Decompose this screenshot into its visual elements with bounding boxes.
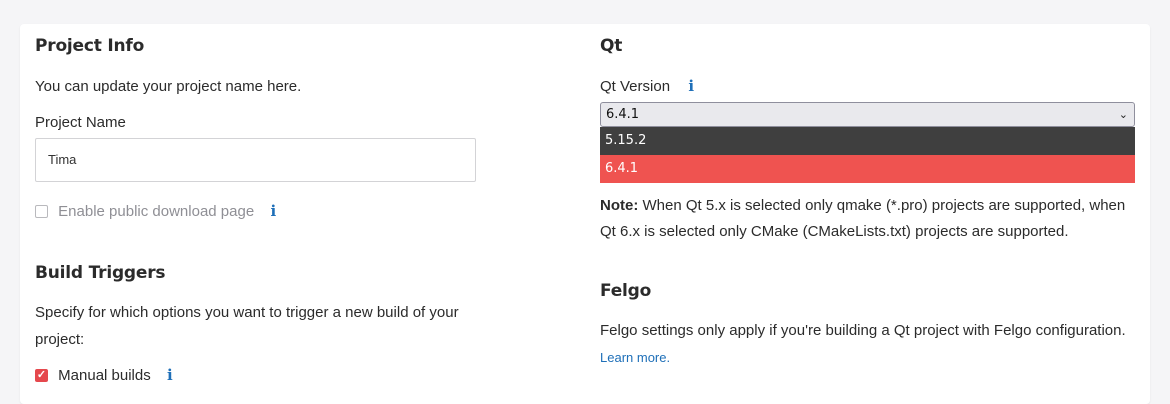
public-download-checkbox[interactable] <box>35 204 48 218</box>
qt-version-label-row: Qt Version i <box>600 78 696 95</box>
settings-card: Project Info You can update your project… <box>20 24 1150 404</box>
manual-builds-label: Manual builds <box>58 366 151 384</box>
manual-builds-row[interactable]: ✓ Manual builds i <box>35 366 175 384</box>
info-icon[interactable]: i <box>268 203 278 219</box>
build-triggers-description-line2: project: <box>35 331 85 348</box>
qt-version-option[interactable]: 5.15.2 <box>600 127 1135 155</box>
project-name-label: Project Name <box>35 114 126 131</box>
felgo-heading: Felgo <box>600 281 652 301</box>
info-icon[interactable]: i <box>165 367 175 383</box>
info-icon[interactable]: i <box>686 78 696 94</box>
qt-version-dropdown: 5.15.2 6.4.1 <box>600 127 1135 183</box>
qt-version-label: Qt Version <box>600 78 671 95</box>
project-name-input[interactable]: Tima <box>35 138 476 182</box>
public-download-row[interactable]: Enable public download page i <box>35 202 278 220</box>
qt-note-bold: Note: <box>600 197 639 214</box>
project-info-heading: Project Info <box>35 36 145 56</box>
qt-heading: Qt <box>600 36 623 56</box>
felgo-description: Felgo settings only apply if you're buil… <box>600 322 1126 339</box>
learn-more-link[interactable]: Learn more. <box>600 350 670 365</box>
manual-builds-checkbox[interactable]: ✓ <box>35 368 48 382</box>
public-download-label: Enable public download page <box>58 202 255 220</box>
qt-version-select[interactable]: 6.4.1 ⌄ <box>600 102 1135 127</box>
qt-note-line1: Note: When Qt 5.x is selected only qmake… <box>600 193 1125 219</box>
build-triggers-description-line1: Specify for which options you want to tr… <box>35 304 459 321</box>
checkmark-icon: ✓ <box>36 368 47 381</box>
project-info-description: You can update your project name here. <box>35 78 302 95</box>
qt-note-text: When Qt 5.x is selected only qmake (*.pr… <box>638 197 1126 214</box>
chevron-down-icon: ⌄ <box>1118 108 1128 121</box>
build-triggers-heading: Build Triggers <box>35 263 166 283</box>
qt-note-line2: Qt 6.x is selected only CMake (CMakeList… <box>600 223 1069 240</box>
qt-version-option-selected[interactable]: 6.4.1 <box>600 155 1135 183</box>
qt-version-selected: 6.4.1 <box>606 107 640 122</box>
